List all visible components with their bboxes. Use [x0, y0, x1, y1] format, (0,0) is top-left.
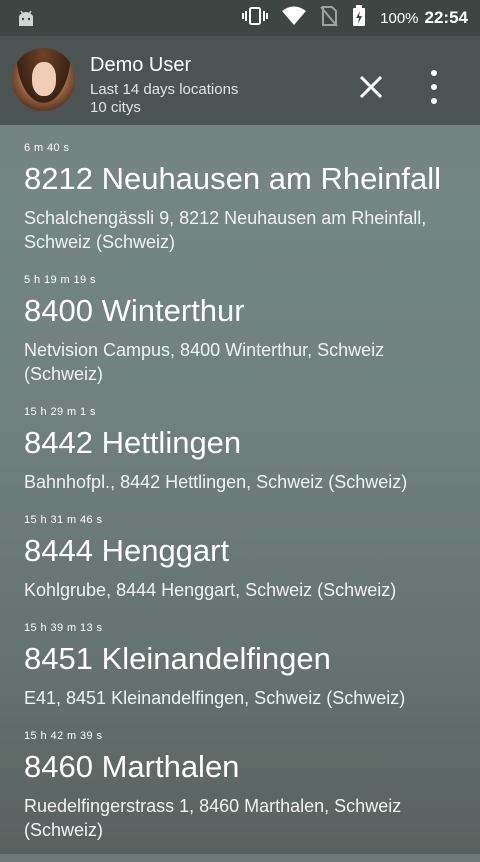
duration: 15 h 42 m 39 s [24, 730, 103, 742]
android-icon [16, 8, 36, 33]
city-name: 8451 Kleinandelfingen [24, 641, 331, 676]
city-name: 8460 Marthalen [24, 749, 240, 784]
city-count: 10 citys [90, 99, 141, 116]
wifi-icon [282, 6, 307, 31]
duration: 15 h 39 m 13 s [24, 622, 103, 634]
location-item[interactable]: 15 h 29 m 1 s 8442 Hettlingen Bahnhofpl.… [24, 406, 464, 494]
city-name: 8442 Hettlingen [24, 425, 242, 460]
address: Ruedelfingerstrass 1, 8460 Marthalen, Sc… [24, 796, 402, 840]
more-options-button[interactable] [420, 70, 448, 104]
city-name: 8212 Neuhausen am Rheinfall [24, 161, 442, 196]
address: Schalchengässli 9, 8212 Neuhausen am Rhe… [24, 208, 427, 252]
subtitle-text: Last 14 days locations [90, 81, 239, 98]
city-name: 8400 Winterthur [24, 293, 245, 328]
city-name: 8444 Henggart [24, 533, 230, 568]
battery-percent: 100% [380, 9, 419, 27]
no-sim-icon [320, 5, 338, 32]
location-item[interactable]: 15 h 42 m 39 s 8460 Marthalen Ruedelfing… [24, 730, 464, 842]
location-item[interactable]: 15 h 39 m 13 s 8451 Kleinandelfingen E41… [24, 622, 464, 710]
location-item[interactable]: 6 m 40 s 8212 Neuhausen am Rheinfall Sch… [24, 142, 464, 254]
address: E41, 8451 Kleinandelfingen, Schweiz (Sch… [24, 688, 406, 708]
more-vert-icon [431, 70, 437, 76]
duration: 5 h 19 m 19 s [24, 274, 96, 286]
address: Bahnhofpl., 8442 Hettlingen, Schweiz (Sc… [24, 472, 408, 492]
status-bar: 100% 22:54 [0, 0, 480, 36]
duration: 15 h 29 m 1 s [24, 406, 96, 418]
vibrate-icon [242, 6, 269, 31]
close-button[interactable] [356, 72, 386, 102]
duration: 6 m 40 s [24, 142, 70, 154]
location-list[interactable]: 6 m 40 s 8212 Neuhausen am Rheinfall Sch… [24, 142, 464, 862]
clock: 22:54 [424, 8, 468, 27]
close-icon [359, 75, 383, 99]
header-subtitle: Last 14 days locations 10 citys [90, 81, 238, 117]
location-item[interactable]: 5 h 19 m 19 s 8400 Winterthur Netvision … [24, 274, 464, 386]
user-name: Demo User [90, 54, 192, 76]
address: Netvision Campus, 8400 Winterthur, Schwe… [24, 340, 385, 384]
address: Kohlgrube, 8444 Henggart, Schweiz (Schwe… [24, 580, 397, 600]
avatar[interactable] [12, 48, 75, 111]
battery-charging-icon [352, 4, 366, 32]
duration: 15 h 31 m 46 s [24, 514, 103, 526]
location-item[interactable]: 15 h 31 m 46 s 8444 Henggart Kohlgrube, … [24, 514, 464, 602]
app-header: Demo User Last 14 days locations 10 city… [0, 36, 480, 125]
